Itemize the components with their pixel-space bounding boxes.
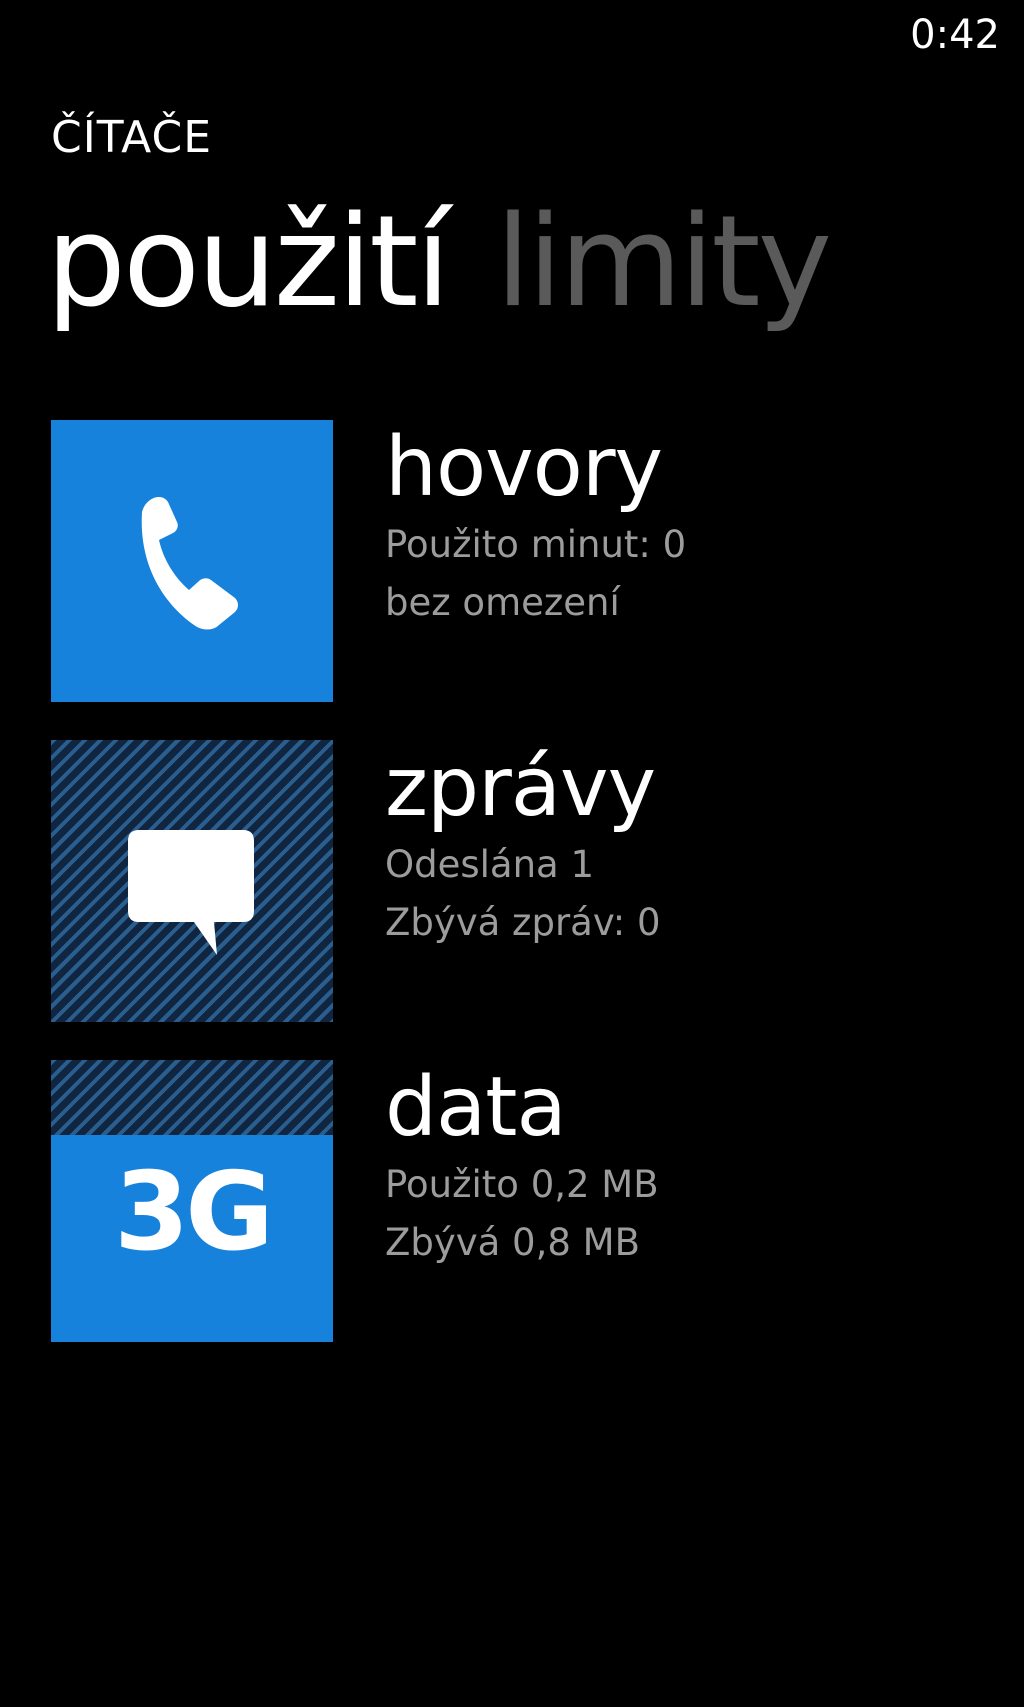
pivot-tab-usage[interactable]: použití (46, 182, 450, 342)
messages-tile[interactable] (51, 740, 333, 1022)
calls-used: Použito minut: 0 (385, 523, 687, 566)
data-remaining: Zbývá 0,8 MB (385, 1221, 640, 1264)
phone-icon (141, 497, 238, 630)
counter-item-messages[interactable]: zprávy Odeslána 1 Zbývá zpráv: 0 (51, 740, 991, 1022)
calls-text: hovory Použito minut: 0 bez omezení (385, 420, 686, 632)
data-3g-icon: 3G (114, 1150, 274, 1275)
messages-title: zprávy (385, 740, 656, 835)
data-text: data Použito 0,2 MB Zbývá 0,8 MB (385, 1060, 659, 1272)
messages-sent: Odeslána 1 (385, 843, 595, 886)
messages-text: zprávy Odeslána 1 Zbývá zpráv: 0 (385, 740, 661, 952)
calls-title: hovory (385, 420, 663, 515)
data-tile[interactable]: 3G (51, 1060, 333, 1342)
messages-remaining: Zbývá zpráv: 0 (385, 901, 661, 944)
calls-remaining: bez omezení (385, 581, 620, 624)
counter-list: hovory Použito minut: 0 bez omezení zprá… (51, 420, 991, 1380)
status-bar: 0:42 (0, 0, 1024, 70)
app-title: ČÍTAČE (51, 112, 213, 163)
data-title: data (385, 1060, 567, 1155)
message-icon (128, 830, 254, 955)
counter-item-data[interactable]: 3G data Použito 0,2 MB Zbývá 0,8 MB (51, 1060, 991, 1342)
calls-tile[interactable] (51, 420, 333, 702)
data-used: Použito 0,2 MB (385, 1163, 659, 1206)
pivot-tab-limits[interactable]: limity (495, 182, 832, 342)
pivot-headers: použití limity (46, 182, 877, 342)
counter-item-calls[interactable]: hovory Použito minut: 0 bez omezení (51, 420, 991, 702)
status-clock: 0:42 (910, 12, 1000, 58)
